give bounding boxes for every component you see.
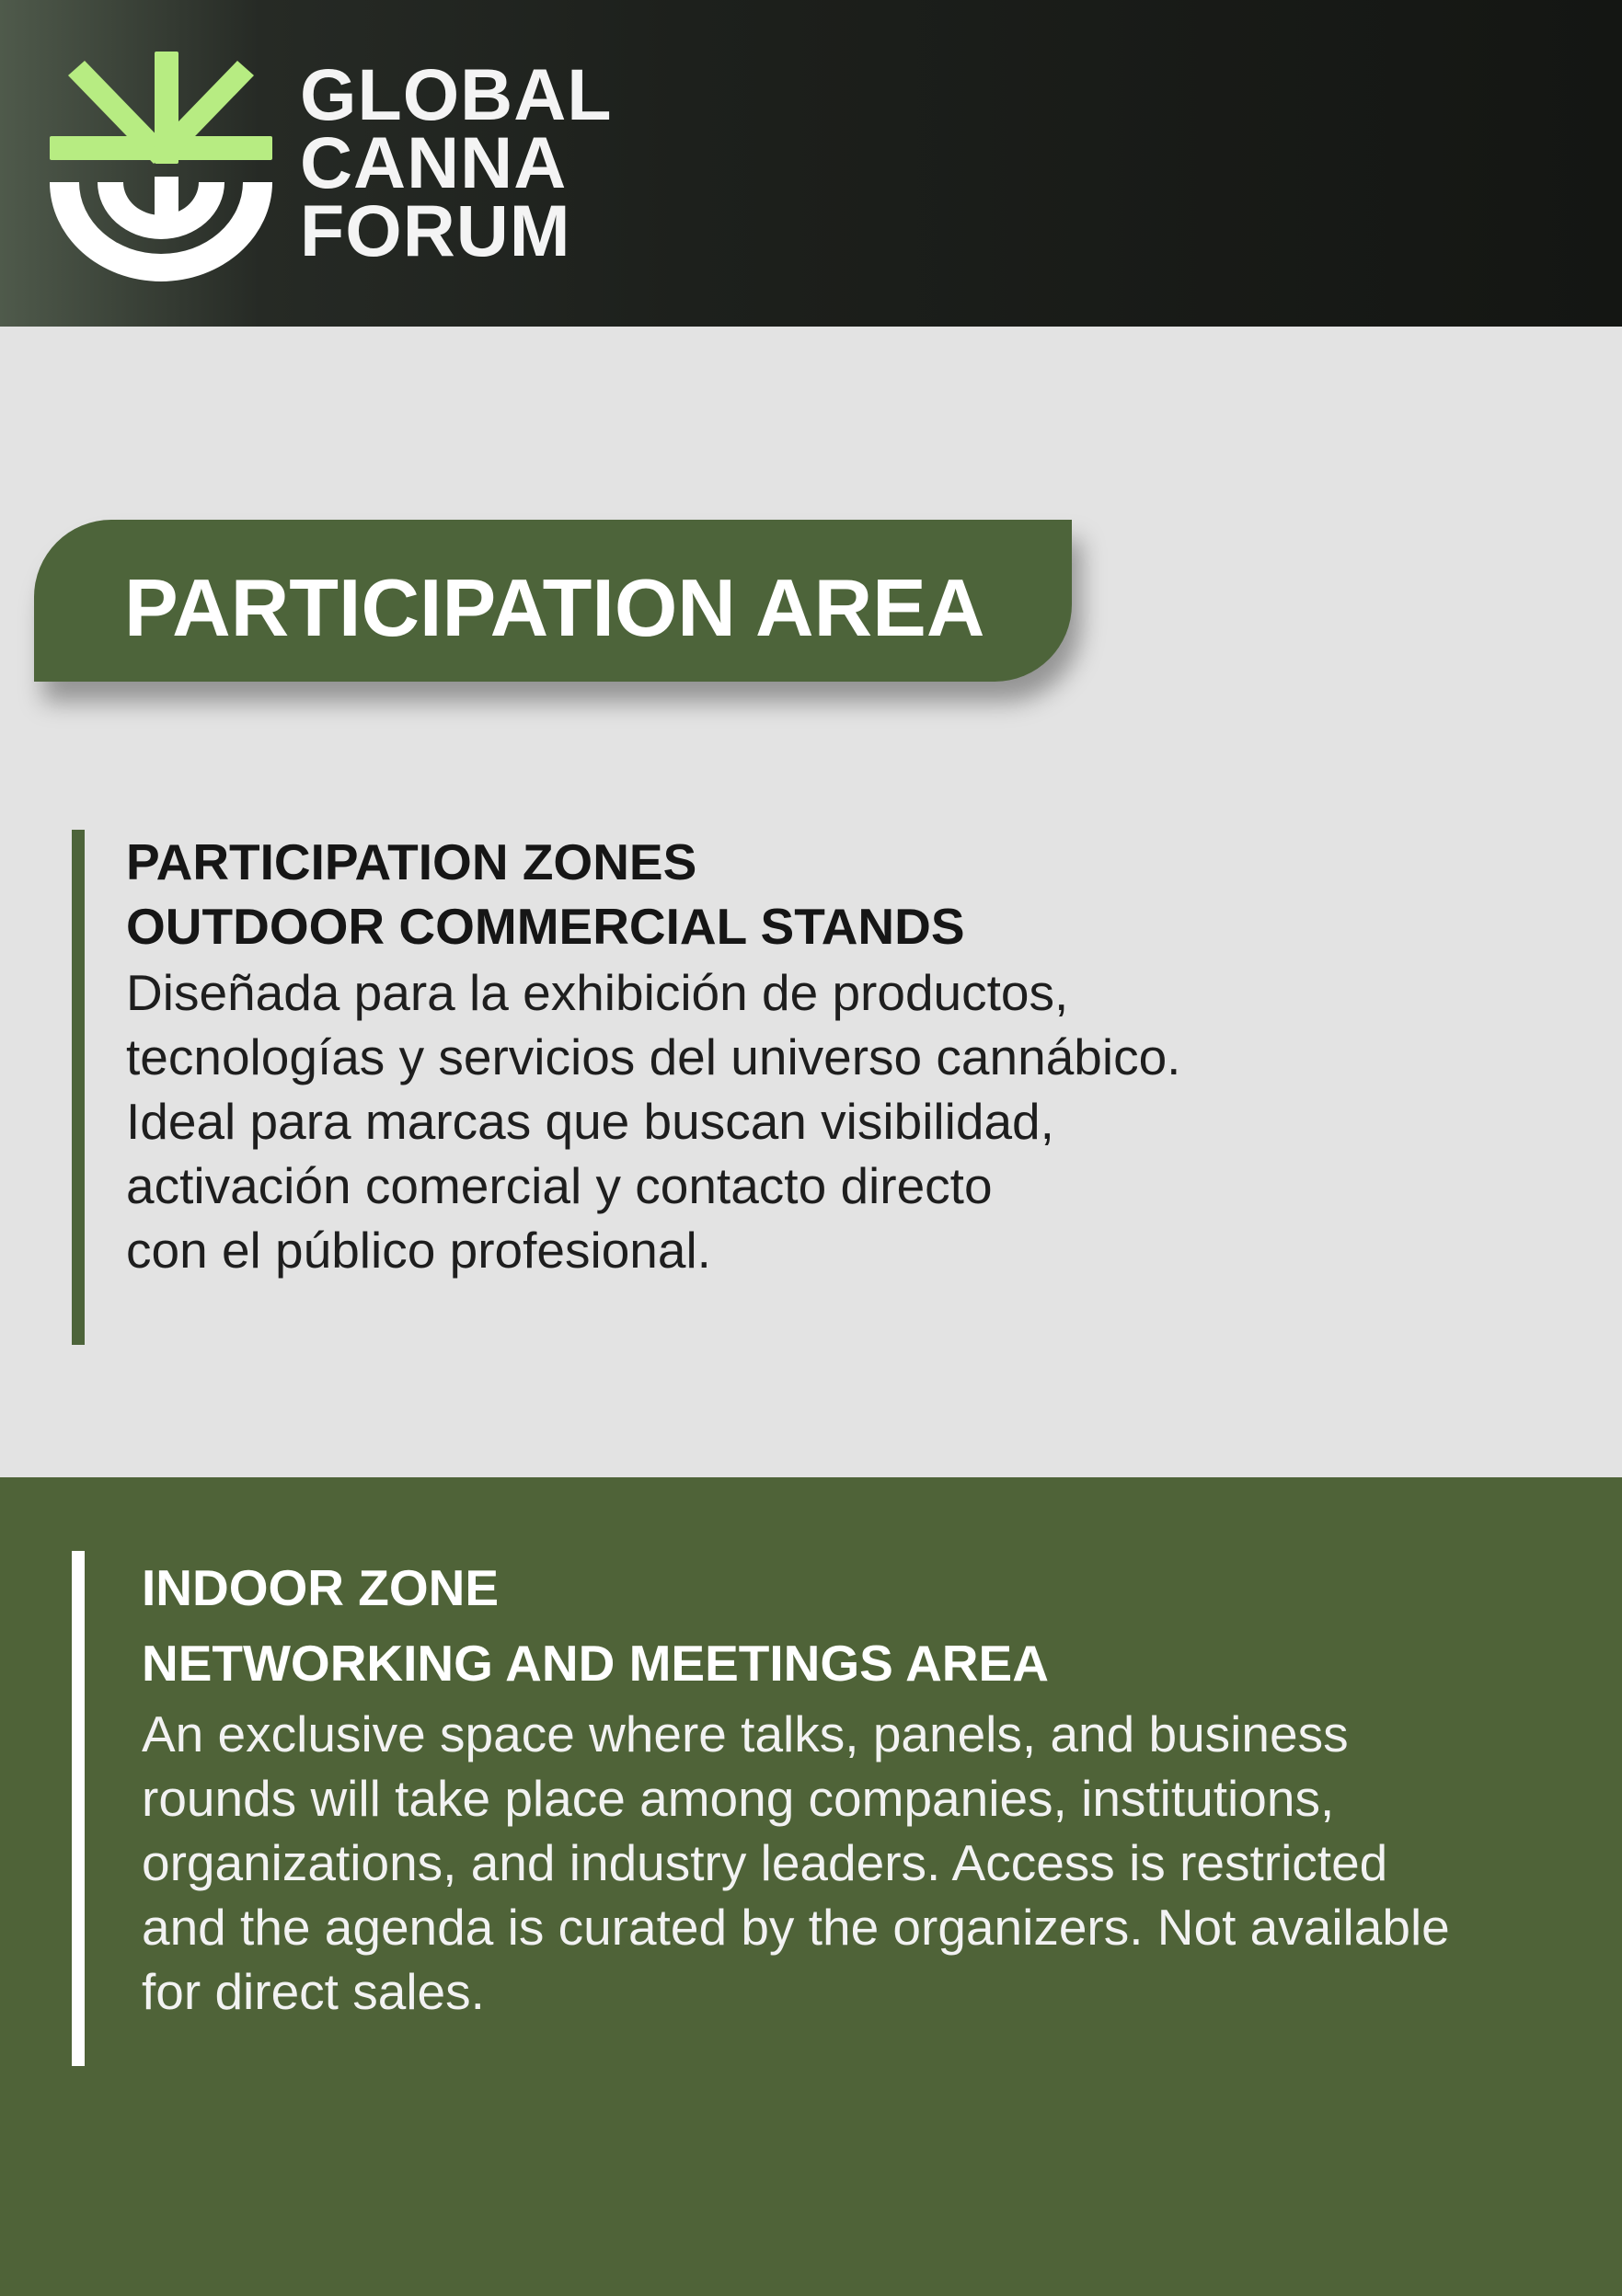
indoor-description-line: rounds will take place among companies, … bbox=[142, 1770, 1335, 1827]
outdoor-heading-line: OUTDOOR COMMERCIAL STANDS bbox=[126, 898, 965, 955]
outdoor-description-line: con el público profesional. bbox=[126, 1222, 711, 1279]
indoor-description-line: for direct sales. bbox=[142, 1963, 485, 2020]
brand-line-canna: CANNA bbox=[300, 121, 568, 203]
indoor-heading-line: NETWORKING AND MEETINGS AREA bbox=[142, 1635, 1049, 1692]
cannabis-leaf-globe-icon bbox=[50, 52, 272, 281]
outdoor-description-line: tecnologías y servicios del universo can… bbox=[126, 1028, 1181, 1085]
outdoor-description-line: Diseñada para la exhibición de productos… bbox=[126, 964, 1069, 1021]
indoor-accent-bar bbox=[72, 1551, 85, 2066]
brand-name: GLOBAL CANNA FORUM bbox=[300, 53, 613, 271]
indoor-description-line: and the agenda is curated by the organiz… bbox=[142, 1899, 1450, 1956]
participation-area-banner: PARTICIPATION AREA bbox=[34, 520, 1072, 682]
indoor-description-line: organizations, and industry leaders. Acc… bbox=[142, 1834, 1388, 1891]
outdoor-accent-bar bbox=[72, 830, 85, 1345]
indoor-heading-line: INDOOR ZONE bbox=[142, 1559, 500, 1616]
brand-line-forum: FORUM bbox=[300, 189, 571, 271]
indoor-section: INDOOR ZONE NETWORKING AND MEETINGS AREA… bbox=[72, 1551, 1581, 2066]
outdoor-description: Diseñada para la exhibición de productos… bbox=[126, 960, 1180, 1282]
brand-line-global: GLOBAL bbox=[300, 53, 613, 135]
outdoor-heading-line: PARTICIPATION ZONES bbox=[126, 833, 697, 890]
banner-title: PARTICIPATION AREA bbox=[124, 562, 985, 653]
indoor-description-line: An exclusive space where talks, panels, … bbox=[142, 1705, 1349, 1762]
indoor-description: An exclusive space where talks, panels, … bbox=[142, 1702, 1450, 2024]
outdoor-section: PARTICIPATION ZONES OUTDOOR COMMERCIAL S… bbox=[72, 830, 1544, 1345]
header: GLOBAL CANNA FORUM bbox=[0, 0, 1622, 327]
outdoor-description-line: Ideal para marcas que buscan visibilidad… bbox=[126, 1093, 1054, 1150]
outdoor-description-line: activación comercial y contacto directo bbox=[126, 1157, 993, 1214]
outdoor-heading: PARTICIPATION ZONES OUTDOOR COMMERCIAL S… bbox=[126, 830, 965, 959]
